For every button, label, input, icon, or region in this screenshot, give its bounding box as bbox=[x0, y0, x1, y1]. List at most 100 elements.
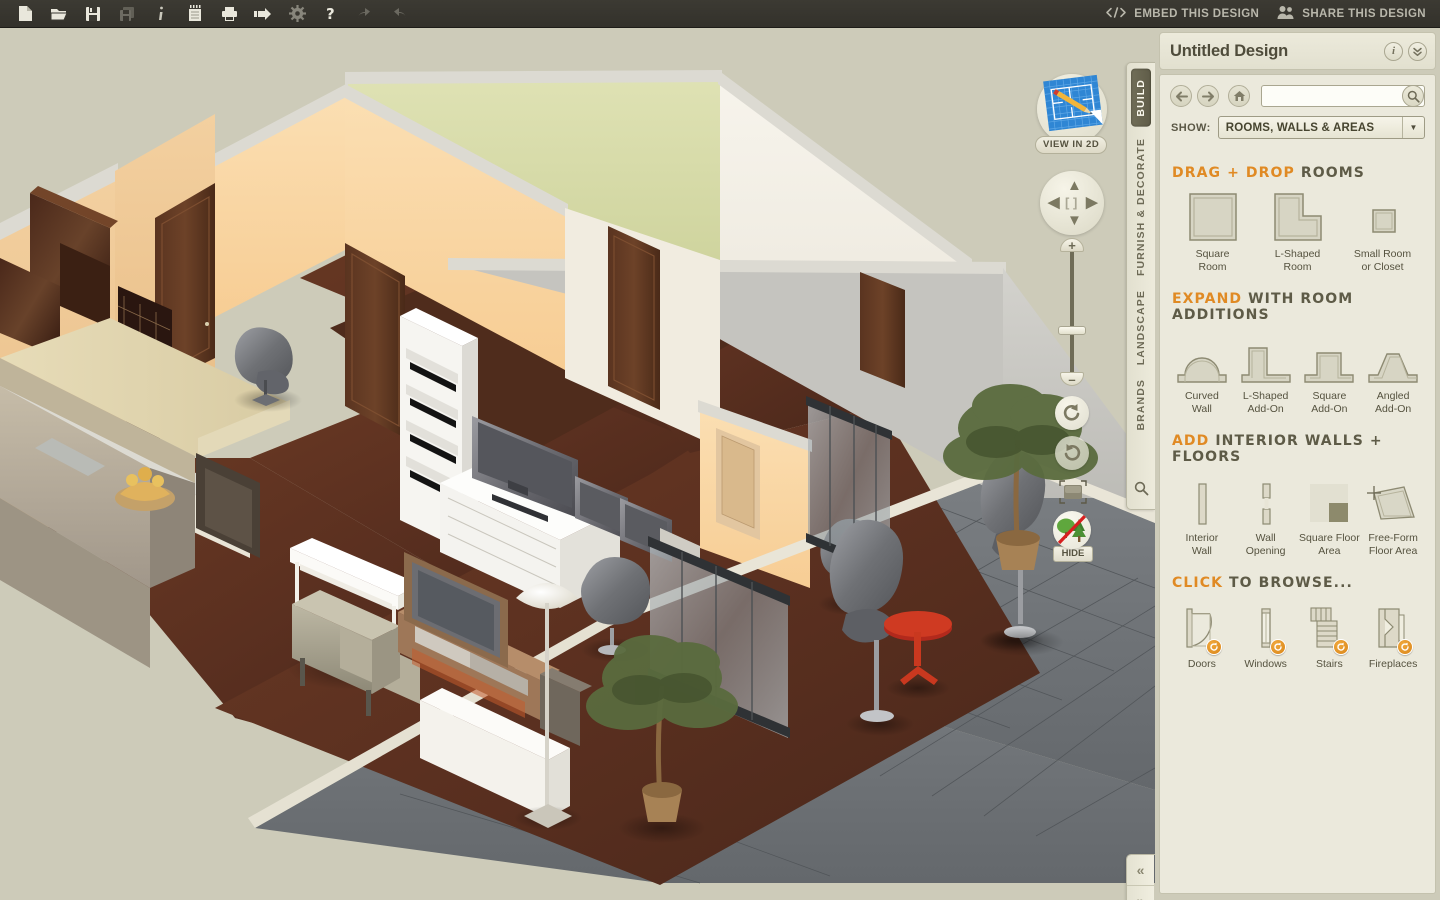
item-l-shaped-add-on[interactable]: L-Shaped Add-On bbox=[1234, 331, 1298, 419]
wall-opening-icon bbox=[1234, 473, 1298, 527]
item-label: Small Room or Closet bbox=[1353, 248, 1412, 273]
pan-down-button[interactable]: ▼ bbox=[1067, 213, 1082, 228]
pan-left-button[interactable]: ◀ bbox=[1048, 195, 1060, 210]
tab-build[interactable]: BUILD bbox=[1131, 69, 1151, 127]
pan-nav-pad[interactable]: ▲ ▼ ◀ ▶ [ ] bbox=[1040, 171, 1104, 235]
panel-forward-button[interactable] bbox=[1197, 85, 1219, 107]
design-canvas-3d[interactable]: VIEW IN 2D ▲ ▼ ◀ ▶ [ ] + – HIDE « bbox=[0, 28, 1155, 900]
search-input[interactable] bbox=[1261, 85, 1425, 107]
section-drag-drop-rooms: DRAG + DROP ROOMS Square Room L-Shaped R… bbox=[1160, 165, 1435, 277]
item-square-room[interactable]: Square Room bbox=[1170, 189, 1255, 277]
save-as-icon[interactable] bbox=[110, 1, 144, 27]
item-interior-wall[interactable]: Interior Wall bbox=[1170, 473, 1234, 561]
free-form-floor-icon bbox=[1361, 473, 1425, 527]
pan-right-button[interactable]: ▶ bbox=[1086, 195, 1098, 210]
panel-collapse-button[interactable] bbox=[1408, 41, 1427, 61]
zoom-track[interactable] bbox=[1070, 250, 1074, 374]
undo-icon[interactable] bbox=[348, 1, 382, 27]
section-interior-walls-floors: ADD INTERIOR WALLS + FLOORS Interior Wal… bbox=[1160, 433, 1435, 561]
panel-search-wrap bbox=[1261, 85, 1425, 107]
embed-design-label: EMBED THIS DESIGN bbox=[1134, 7, 1260, 20]
view-in-2d-button[interactable]: VIEW IN 2D bbox=[1035, 74, 1109, 154]
item-free-form-floor-area[interactable]: Free-Form Floor Area bbox=[1361, 473, 1425, 561]
share-people-icon bbox=[1277, 5, 1295, 22]
tab-brands[interactable]: BRANDS bbox=[1135, 372, 1147, 438]
print-icon[interactable] bbox=[212, 1, 246, 27]
search-icon bbox=[1134, 481, 1148, 496]
zoom-out-button[interactable]: – bbox=[1060, 372, 1084, 386]
panel-back-button[interactable] bbox=[1170, 85, 1192, 107]
notes-icon[interactable] bbox=[178, 1, 212, 27]
embed-design-button[interactable]: EMBED THIS DESIGN bbox=[1105, 6, 1260, 21]
item-square-add-on[interactable]: Square Add-On bbox=[1298, 331, 1362, 419]
item-small-room-or-closet[interactable]: Small Room or Closet bbox=[1340, 189, 1425, 277]
item-curved-wall[interactable]: Curved Wall bbox=[1170, 331, 1234, 419]
redo-icon[interactable] bbox=[382, 1, 416, 27]
export-icon[interactable] bbox=[246, 1, 280, 27]
item-stairs[interactable]: Stairs bbox=[1298, 599, 1362, 675]
square-room-icon bbox=[1170, 189, 1255, 243]
pan-up-button[interactable]: ▲ bbox=[1067, 178, 1082, 193]
rooms-item-list: Square Room L-Shaped Room Small Room or … bbox=[1170, 189, 1425, 277]
item-label: Interior Wall bbox=[1185, 532, 1219, 557]
info-icon[interactable] bbox=[144, 1, 178, 27]
item-windows[interactable]: Windows bbox=[1234, 599, 1298, 675]
zoom-handle[interactable] bbox=[1058, 326, 1086, 335]
item-label: Angled Add-On bbox=[1375, 390, 1412, 415]
embed-code-icon bbox=[1105, 6, 1127, 21]
new-document-icon[interactable] bbox=[8, 1, 42, 27]
door-icon bbox=[1170, 599, 1234, 655]
item-label: Stairs bbox=[1315, 658, 1343, 670]
item-doors[interactable]: Doors bbox=[1170, 599, 1234, 675]
item-label: Fireplaces bbox=[1368, 658, 1418, 670]
item-label: L-Shaped Add-On bbox=[1242, 390, 1289, 415]
fireplace-icon bbox=[1361, 599, 1425, 655]
section-title-accent: CLICK bbox=[1172, 575, 1224, 591]
zoom-in-button[interactable]: + bbox=[1060, 238, 1084, 252]
open-folder-icon[interactable] bbox=[42, 1, 76, 27]
zoom-slider[interactable]: + – bbox=[1053, 238, 1091, 386]
show-filter-row: SHOW: ROOMS, WALLS & AREAS ▼ bbox=[1160, 111, 1435, 151]
center-view-button[interactable]: [ ] bbox=[1065, 196, 1077, 209]
collapse-left-button[interactable]: « bbox=[1127, 855, 1154, 885]
snapshot-button[interactable] bbox=[1056, 478, 1090, 506]
item-l-shaped-room[interactable]: L-Shaped Room bbox=[1255, 189, 1340, 277]
tab-furnish-decorate[interactable]: FURNISH & DECORATE bbox=[1135, 131, 1147, 283]
tab-landscape[interactable]: LANDSCAPE bbox=[1135, 283, 1147, 372]
item-angled-add-on[interactable]: Angled Add-On bbox=[1361, 331, 1425, 419]
show-category-select[interactable]: ROOMS, WALLS & AREAS ▼ bbox=[1217, 116, 1425, 139]
share-design-label: SHARE THIS DESIGN bbox=[1302, 7, 1426, 20]
item-wall-opening[interactable]: Wall Opening bbox=[1234, 473, 1298, 561]
panel-home-button[interactable] bbox=[1228, 85, 1250, 107]
small-room-icon bbox=[1340, 189, 1425, 243]
stairs-icon bbox=[1298, 599, 1362, 655]
save-icon[interactable] bbox=[76, 1, 110, 27]
section-title-rooms: DRAG + DROP ROOMS bbox=[1172, 165, 1425, 181]
browse-badge-icon bbox=[1397, 639, 1413, 655]
hide-trees-circle bbox=[1053, 511, 1091, 549]
search-submit-button[interactable] bbox=[1402, 85, 1424, 107]
hide-trees-toggle[interactable]: HIDE bbox=[1053, 511, 1093, 562]
item-label: Free-Form Floor Area bbox=[1368, 532, 1418, 557]
collapse-right-button[interactable]: » bbox=[1127, 885, 1154, 900]
chevron-down-icon[interactable]: ▼ bbox=[1402, 117, 1424, 138]
panel-collapse-controls: « » bbox=[1126, 854, 1155, 900]
help-icon[interactable]: ? bbox=[314, 1, 348, 27]
section-click-to-browse: CLICK TO BROWSE... Doors Windows Stairs … bbox=[1160, 575, 1435, 675]
tab-search-button[interactable] bbox=[1134, 481, 1149, 501]
item-square-floor-area[interactable]: Square Floor Area bbox=[1298, 473, 1362, 561]
window-icon bbox=[1234, 599, 1298, 655]
design-info-button[interactable]: i bbox=[1384, 41, 1403, 61]
panel-header-buttons: i bbox=[1384, 41, 1427, 61]
section-title-accent: DRAG + DROP bbox=[1172, 165, 1295, 181]
item-label: Curved Wall bbox=[1184, 390, 1219, 415]
item-label: L-Shaped Room bbox=[1274, 248, 1321, 273]
rotate-clockwise-button[interactable] bbox=[1055, 436, 1089, 470]
share-design-button[interactable]: SHARE THIS DESIGN bbox=[1277, 5, 1426, 22]
settings-gear-icon[interactable] bbox=[280, 1, 314, 27]
toolbar-right-links: EMBED THIS DESIGN SHARE THIS DESIGN bbox=[1105, 5, 1440, 22]
rotate-counterclockwise-button[interactable] bbox=[1055, 396, 1089, 430]
section-title-walls: ADD INTERIOR WALLS + FLOORS bbox=[1172, 433, 1425, 465]
isometric-floorplan-render[interactable] bbox=[0, 28, 1155, 900]
item-fireplaces[interactable]: Fireplaces bbox=[1361, 599, 1425, 675]
